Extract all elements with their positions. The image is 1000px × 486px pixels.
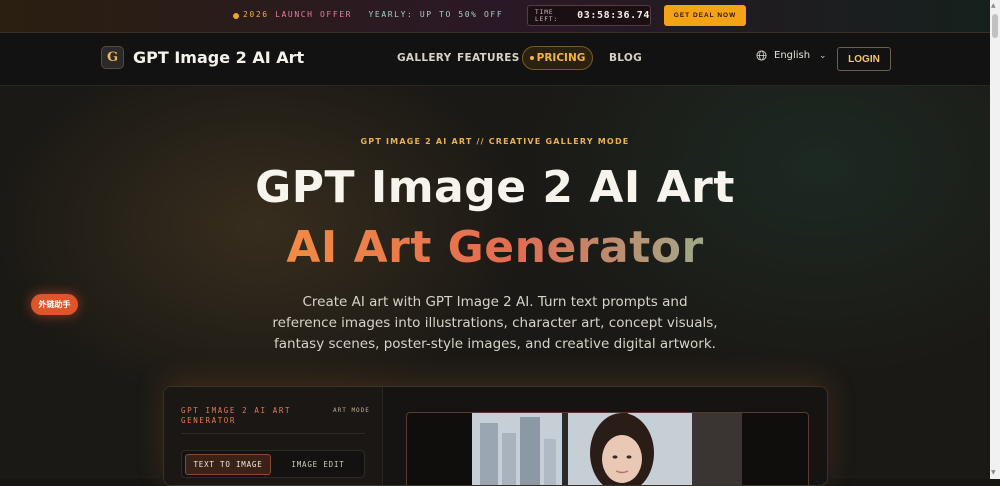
generator-sidebar: GPT IMAGE 2 AI ART GENERATOR ART MODE TE… [164,387,383,485]
hero-eyebrow: GPT IMAGE 2 AI ART // CREATIVE GALLERY M… [360,137,630,146]
countdown-timer: TIME LEFT: 03:58:36.74 [527,5,651,26]
generator-title: GPT IMAGE 2 AI ART GENERATOR [181,406,292,425]
timer-value: 03:58:36.74 [577,10,650,21]
preview-frame [406,412,809,485]
pricing-dot-icon [529,56,534,60]
nav-gallery[interactable]: GALLERY [397,52,452,64]
preview-illustration [472,413,742,485]
divider [181,433,365,434]
language-selector[interactable]: English ⌄ [756,50,827,61]
scroll-up-icon[interactable]: ▲ [991,2,996,9]
scroll-thumb[interactable] [992,14,998,38]
brand-name[interactable]: GPT Image 2 AI Art [133,48,304,67]
promo-launch: LAUNCH OFFER [275,10,353,19]
nav-pricing-label: PRICING [536,52,586,64]
nav-pricing[interactable]: PRICING [522,46,593,70]
promo-dot-icon [233,13,239,19]
hero-title-line1: GPT Image 2 AI Art [255,162,735,213]
scrollbar[interactable]: ▲ ▼ [990,0,1000,479]
timer-label: TIME LEFT: [535,8,559,23]
generator-mode: ART MODE [333,407,370,414]
tab-image-edit[interactable]: IMAGE EDIT [275,454,361,475]
language-label: English [774,50,811,61]
scroll-down-icon[interactable]: ▼ [991,469,996,476]
promo-bar: 2026 LAUNCH OFFER YEARLY: UP TO 50% OFF … [0,0,990,33]
navbar: G GPT Image 2 AI Art GALLERY FEATURES PR… [0,33,990,86]
hero-title-line2: AI Art Generator [0,222,990,274]
generator-panel: GPT IMAGE 2 AI ART GENERATOR ART MODE TE… [163,386,828,486]
preview-image [472,413,742,485]
globe-icon [756,50,767,61]
hero-section: GPT IMAGE 2 AI ART // CREATIVE GALLERY M… [0,86,990,486]
chevron-down-icon: ⌄ [819,51,827,61]
get-deal-button[interactable]: GET DEAL NOW [664,5,746,26]
promo-text: 2026 LAUNCH OFFER YEARLY: UP TO 50% OFF [243,10,503,19]
tab-text-to-image[interactable]: TEXT TO IMAGE [185,454,271,475]
nav-features[interactable]: FEATURES [457,52,520,64]
promo-yearly: YEARLY: UP TO 50% OFF [368,10,504,19]
assistant-button[interactable]: 外链助手 [31,294,78,315]
hero-description: Create AI art with GPT Image 2 AI. Turn … [272,294,718,352]
nav-blog[interactable]: BLOG [609,52,642,64]
logo-icon[interactable]: G [101,46,124,69]
generator-tabs: TEXT TO IMAGE IMAGE EDIT [181,450,365,478]
promo-year: 2026 [243,10,269,19]
login-button[interactable]: LOGIN [837,47,891,71]
